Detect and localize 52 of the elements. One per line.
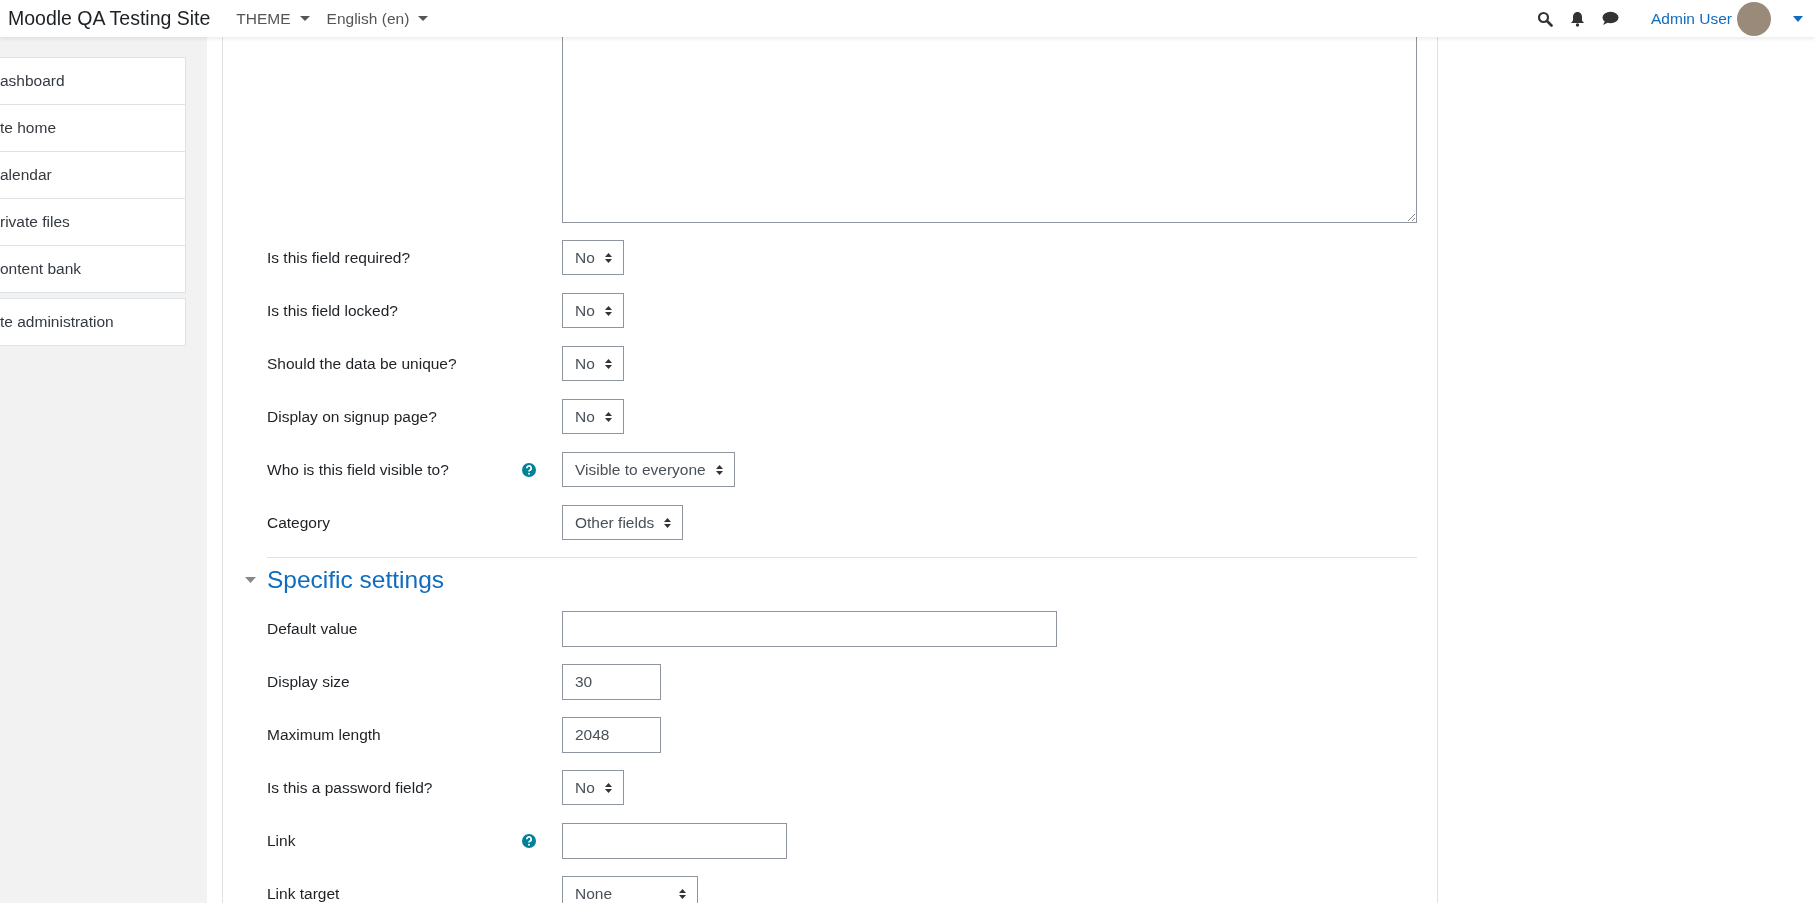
field-label: Default value [267,620,359,637]
sort-arrows-icon [664,517,672,528]
sort-arrows-icon [604,411,612,422]
field-label: Link [267,832,297,849]
text-input[interactable] [562,822,787,859]
select-dropdown[interactable]: No [562,240,624,275]
field-label: Is this field locked? [267,302,399,319]
dropdown-menu[interactable]: THEME [236,9,310,28]
select-dropdown[interactable]: None [562,876,698,903]
sort-arrows-icon [604,782,612,793]
search-icon[interactable] [1537,10,1554,27]
sort-arrows-icon [679,888,686,899]
dropdown-menu[interactable]: English (en) [326,9,429,28]
sidebar-item[interactable]: alendar [0,152,185,199]
select-dropdown[interactable]: No [562,293,624,328]
collapse-caret-icon[interactable] [245,577,256,583]
help-icon[interactable] [522,833,536,848]
bell-icon[interactable] [1570,10,1586,27]
select-dropdown[interactable]: Other fields [562,505,684,540]
text-input[interactable]: 30 [562,663,661,700]
sort-arrows-icon [715,464,723,475]
help-icon[interactable] [522,462,536,477]
caret-icon[interactable] [1793,15,1803,22]
sidebar-item[interactable]: te home [0,105,185,152]
field-label: Display size [267,673,351,690]
text-input[interactable]: 2048 [562,716,661,753]
sidebar-item[interactable]: te administration [0,299,185,345]
field-label: Maximum length [267,726,382,743]
sidebar-item[interactable]: rivate files [0,199,185,246]
chat-bubble-icon[interactable] [1602,11,1620,26]
user-name[interactable]: Admin User [1651,9,1732,28]
select-dropdown[interactable]: No [562,346,624,381]
sidebar-item[interactable]: ontent bank [0,246,185,292]
field-label: Link target [267,885,341,902]
text-input[interactable] [562,610,1057,647]
field-label: Category [267,514,331,531]
avatar[interactable] [1737,1,1771,36]
field-label: Is this field required? [267,249,412,266]
select-dropdown[interactable]: No [562,770,624,805]
resize-grip-icon[interactable] [1407,213,1415,221]
select-dropdown[interactable]: Visible to everyone [562,452,735,487]
select-dropdown[interactable]: No [562,399,624,434]
field-label: Display on signup page? [267,408,438,425]
sidebar-item[interactable]: ashboard [0,58,185,105]
sort-arrows-icon [604,252,612,263]
site-name[interactable]: Moodle QA Testing Site [8,7,211,30]
field-label: Should the data be unique? [267,355,458,372]
field-label: Who is this field visible to? [267,461,450,478]
sort-arrows-icon [604,305,612,316]
field-label: Is this a password field? [267,779,434,796]
section-heading[interactable]: Specific settings [267,566,445,594]
sort-arrows-icon [604,358,612,369]
